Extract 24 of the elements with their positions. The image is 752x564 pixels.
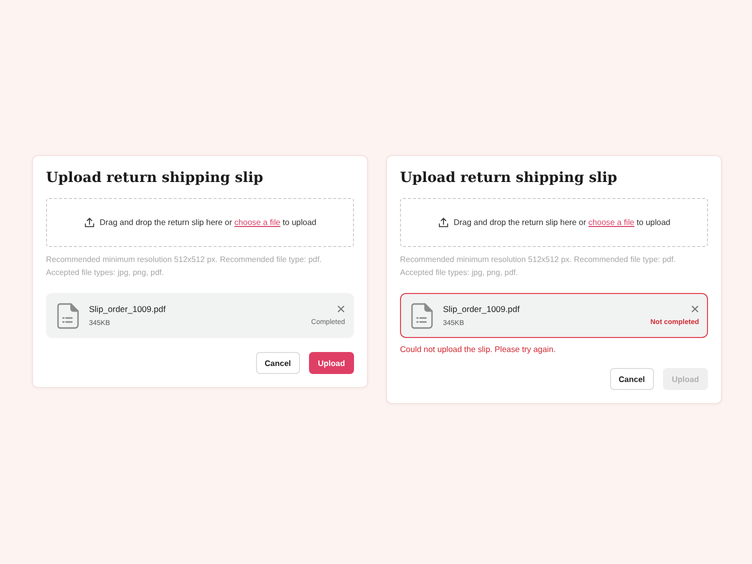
drop-instructions: Drag and drop the return slip here or choose a file to upload xyxy=(454,218,670,227)
hint-text: Accepted file types: jpg, png, pdf. xyxy=(400,267,519,279)
upload-button[interactable]: Upload xyxy=(308,352,354,374)
upload-icon xyxy=(438,217,449,228)
file-name: Slip_order_1009.pdf xyxy=(443,304,521,314)
close-icon[interactable] xyxy=(337,305,345,313)
file-name: Slip_order_1009.pdf xyxy=(89,304,167,314)
dialog-title: Upload return shipping slip xyxy=(400,170,618,186)
choose-file-link[interactable]: choose a file xyxy=(588,218,634,227)
cancel-button[interactable]: Cancel xyxy=(256,352,300,374)
hint-text: Recommended minimum resolution 512x512 px. Recommended file type: pdf. xyxy=(400,254,677,266)
document-icon xyxy=(57,302,79,328)
dialog-title: Upload return shipping slip xyxy=(46,170,264,186)
drop-instructions: Drag and drop the return slip here or choose a file to upload xyxy=(100,218,316,227)
hint-text: Recommended minimum resolution 512x512 px. Recommended file type: pdf. xyxy=(46,254,323,266)
hint-text: Accepted file types: jpg, png, pdf. xyxy=(46,267,165,279)
drop-zone[interactable]: Drag and drop the return slip here or choose a file to upload xyxy=(46,198,354,247)
document-icon xyxy=(411,302,433,328)
cancel-button[interactable]: Cancel xyxy=(610,368,654,390)
close-icon[interactable] xyxy=(691,305,699,313)
upload-icon xyxy=(84,217,95,228)
choose-file-link[interactable]: choose a file xyxy=(234,218,280,227)
error-message: Could not upload the slip. Please try again. xyxy=(400,345,557,354)
drop-zone[interactable]: Drag and drop the return slip here or choose a file to upload xyxy=(400,198,708,247)
